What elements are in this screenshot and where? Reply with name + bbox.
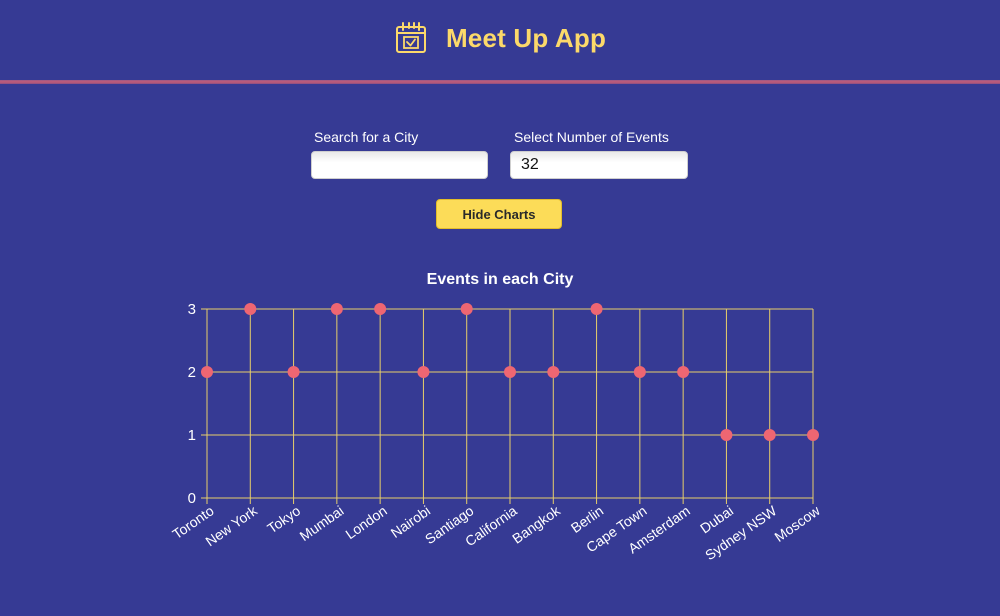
x-tick-label: California bbox=[462, 502, 520, 549]
data-point bbox=[201, 366, 213, 378]
x-tick-label: Tokyo bbox=[264, 502, 303, 536]
hide-charts-button[interactable]: Hide Charts bbox=[436, 199, 562, 229]
x-tick-label: Mumbai bbox=[297, 502, 347, 544]
x-tick-label: Nairobi bbox=[388, 502, 434, 541]
data-point bbox=[330, 303, 343, 315]
header-content: Meet Up App bbox=[0, 18, 1000, 58]
data-point bbox=[547, 366, 560, 378]
y-tick-label: 3 bbox=[188, 301, 196, 318]
x-tick-label: Bangkok bbox=[509, 502, 564, 547]
event-count-input[interactable] bbox=[510, 151, 688, 179]
x-tick-label: Dubai bbox=[697, 502, 736, 536]
events-scatter-chart: 0 1 2 3 TorontoNew York TokyoMumbaiLondonNair… bbox=[169, 301, 823, 563]
x-tick-label: Toronto bbox=[169, 502, 217, 542]
y-tick-label: 1 bbox=[188, 427, 196, 444]
city-search-input[interactable] bbox=[311, 151, 488, 179]
data-point bbox=[677, 366, 690, 378]
data-point bbox=[807, 429, 819, 441]
data-point bbox=[287, 366, 300, 378]
calendar-check-icon bbox=[395, 22, 426, 53]
data-point bbox=[374, 303, 387, 315]
app-header: Meet Up App bbox=[0, 0, 1000, 80]
data-point bbox=[720, 429, 733, 441]
chart-title: Events in each City bbox=[426, 271, 574, 288]
x-tick-label: Santiago bbox=[422, 502, 477, 547]
x-tick-label: Cape Town bbox=[583, 502, 649, 555]
app-title: Meet Up App bbox=[445, 22, 607, 53]
x-tick-label: Amsterdam bbox=[625, 502, 693, 556]
data-point bbox=[244, 303, 257, 315]
data-point bbox=[460, 303, 473, 315]
x-tick-label: London bbox=[342, 502, 389, 542]
data-point bbox=[633, 366, 646, 378]
y-tick-label: 2 bbox=[188, 364, 196, 381]
event-count-label: Select Number of Events bbox=[514, 129, 669, 145]
x-tick-label: Moscow bbox=[771, 502, 823, 545]
data-point bbox=[417, 366, 430, 378]
city-search-label: Search for a City bbox=[314, 129, 419, 145]
data-point bbox=[763, 429, 776, 441]
data-point bbox=[504, 366, 516, 378]
x-tick-label: Sydney NSW bbox=[702, 502, 780, 563]
x-tick-label: Berlin bbox=[568, 502, 607, 536]
header-divider bbox=[0, 80, 1000, 84]
x-tick-label: New York bbox=[202, 502, 260, 550]
y-tick-label: 0 bbox=[188, 490, 196, 507]
data-point bbox=[590, 303, 603, 315]
